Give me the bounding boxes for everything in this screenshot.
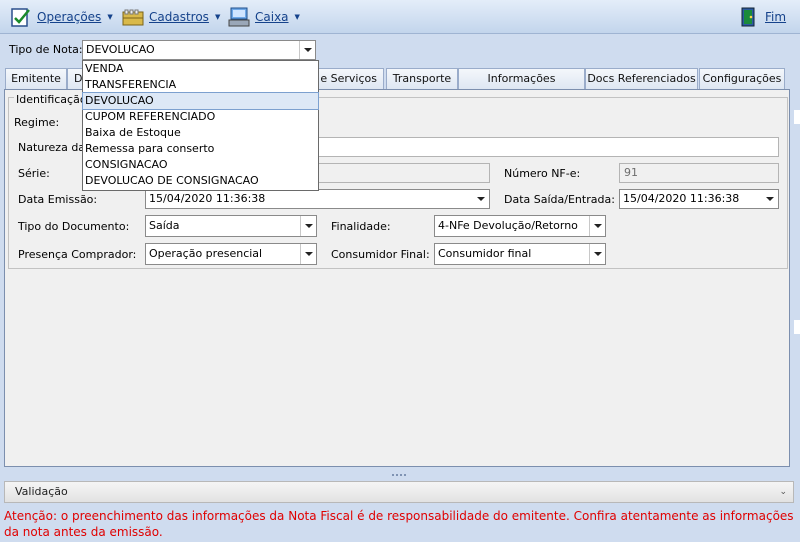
regime-label: Regime: — [14, 116, 60, 129]
menu-cadastros[interactable]: Cadastros ▼ — [122, 0, 220, 34]
menu-fim-label: Fim — [765, 10, 787, 24]
dropdown-option-baixa-estoque[interactable]: Baixa de Estoque — [83, 125, 318, 141]
chevron-down-icon: ▼ — [107, 13, 113, 21]
chevron-down-icon[interactable] — [473, 190, 489, 208]
dropdown-option-devolucao-consignacao[interactable]: DEVOLUCAO DE CONSIGNACAO — [83, 173, 318, 189]
dropdown-option-devolucao[interactable]: DEVOLUCAO — [82, 92, 319, 110]
data-emissao-picker[interactable]: 15/04/2020 11:36:38 — [145, 189, 490, 209]
tipo-documento-label: Tipo do Documento: — [18, 220, 130, 233]
chevron-down-icon[interactable] — [762, 190, 778, 208]
chevron-down-icon[interactable] — [589, 216, 605, 236]
menu-fim[interactable]: Fim — [738, 0, 786, 34]
data-saida-picker[interactable]: 15/04/2020 11:36:38 — [619, 189, 779, 209]
serie-label: Série: — [18, 167, 50, 180]
validacao-label: Validação — [15, 485, 68, 498]
chevron-down-icon: ▼ — [214, 13, 221, 21]
chevron-down-icon[interactable] — [299, 41, 315, 59]
tab-informacoes-adicionais[interactable]: Informações Adicionais — [458, 68, 585, 105]
identificacao-title: Identificação — [14, 93, 89, 106]
chevron-down-icon[interactable] — [300, 216, 316, 236]
window-edge-fragment — [794, 320, 800, 334]
splitter-handle[interactable] — [0, 470, 800, 480]
menu-cadastros-label: Cadastros — [149, 10, 209, 24]
validacao-panel-header[interactable]: Validação ⌄ — [4, 481, 794, 503]
cadastros-icon — [122, 6, 144, 28]
dropdown-option-transferencia[interactable]: TRANSFERENCIA — [83, 77, 318, 93]
tab-destinatario[interactable]: D — [67, 68, 83, 90]
tab-configuracoes[interactable]: Configurações — [699, 68, 785, 90]
numero-nfe-label: Número NF-e: — [504, 167, 581, 180]
tipo-nota-select[interactable]: DEVOLUCAO — [82, 40, 316, 60]
menu-operacoes[interactable]: Operações ▼ — [10, 0, 113, 34]
tipo-documento-select[interactable]: Saída — [145, 215, 317, 237]
operacoes-icon — [10, 6, 32, 28]
chevron-down-icon[interactable] — [589, 244, 605, 264]
dropdown-option-venda[interactable]: VENDA — [83, 61, 318, 77]
window-edge-fragment — [794, 110, 800, 124]
data-saida-label: Data Saída/Entrada: — [504, 193, 615, 206]
dropdown-option-consignacao[interactable]: CONSIGNACAO — [83, 157, 318, 173]
finalidade-label: Finalidade: — [331, 220, 391, 233]
chevron-down-icon[interactable] — [300, 244, 316, 264]
tab-docs-referenciados[interactable]: Docs Referenciados — [585, 68, 698, 90]
menu-caixa[interactable]: Caixa ▼ — [228, 0, 300, 34]
presenca-comprador-select[interactable]: Operação presencial — [145, 243, 317, 265]
data-emissao-label: Data Emissão: — [18, 193, 98, 206]
chevron-down-icon[interactable]: ⌄ — [779, 482, 787, 502]
warning-message: Atenção: o preenchimento das informações… — [4, 509, 794, 539]
presenca-comprador-label: Presença Comprador: — [18, 248, 137, 261]
consumidor-final-label: Consumidor Final: — [331, 248, 430, 261]
tipo-nota-value: DEVOLUCAO — [86, 43, 155, 56]
caixa-icon — [228, 6, 250, 28]
fim-icon — [738, 6, 760, 28]
dropdown-option-cupom-referenciado[interactable]: CUPOM REFERENCIADO — [83, 109, 318, 125]
dropdown-option-remessa-conserto[interactable]: Remessa para conserto — [83, 141, 318, 157]
finalidade-select[interactable]: 4-NFe Devolução/Retorno — [434, 215, 606, 237]
consumidor-final-select[interactable]: Consumidor final — [434, 243, 606, 265]
tipo-nota-label: Tipo de Nota: — [9, 43, 83, 56]
chevron-down-icon: ▼ — [294, 13, 300, 21]
serie-input[interactable] — [318, 163, 490, 183]
tab-emitente[interactable]: Emitente — [5, 68, 67, 90]
menu-bar: Operações ▼ Cadastros ▼ Caixa ▼ Fim — [0, 0, 800, 34]
natureza-input[interactable] — [318, 137, 779, 157]
tab-transporte[interactable]: Transporte — [386, 68, 458, 90]
numero-nfe-input[interactable]: 91 — [619, 163, 779, 183]
tipo-nota-dropdown-list: VENDA TRANSFERENCIA DEVOLUCAO CUPOM REFE… — [82, 60, 319, 191]
menu-caixa-label: Caixa — [255, 10, 289, 24]
menu-operacoes-label: Operações — [37, 10, 102, 24]
